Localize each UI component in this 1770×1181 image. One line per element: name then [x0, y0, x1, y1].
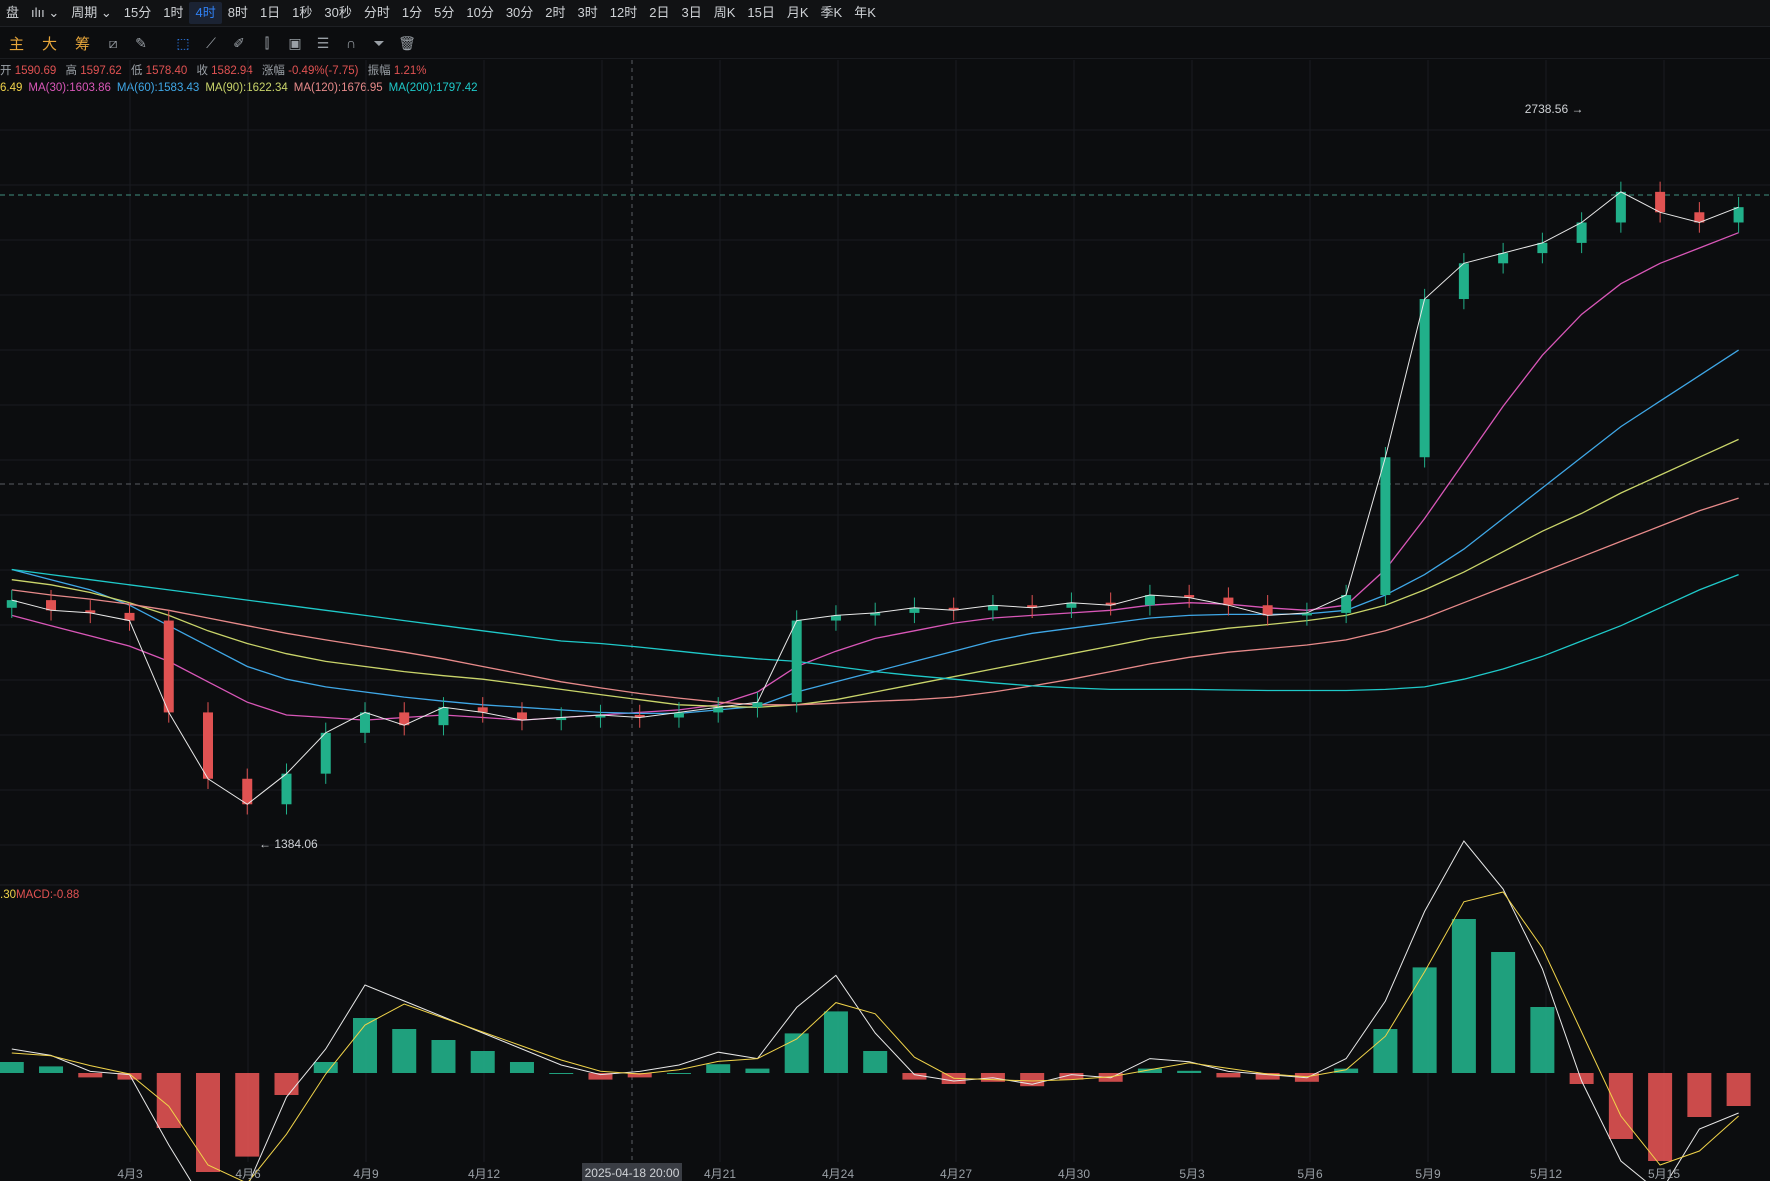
- x-tick-label: 4月21: [704, 1167, 736, 1181]
- candle-body: [1733, 207, 1744, 223]
- candle-body: [1615, 191, 1626, 223]
- macd-bar: [39, 1066, 64, 1073]
- macd-bar: [1451, 919, 1476, 1073]
- candle-body: [438, 707, 449, 726]
- macd-bar: [1491, 952, 1516, 1073]
- x-tick-label: 4月24: [822, 1167, 854, 1181]
- candle-body: [1576, 222, 1587, 243]
- candle-body: [1537, 242, 1548, 254]
- x-tick-label: 5月6: [1297, 1167, 1323, 1181]
- x-tick-label: 5月9: [1415, 1167, 1441, 1181]
- ma-line: [11, 438, 1739, 708]
- macd-bar: [1648, 1073, 1673, 1161]
- candle-body: [1262, 605, 1273, 616]
- macd-bar: [1530, 1007, 1555, 1073]
- x-tick-label: 4月9: [353, 1167, 379, 1181]
- macd-bar: [78, 1073, 103, 1078]
- x-tick-label: 4月30: [1058, 1167, 1090, 1181]
- crosshair-time: 2025-04-18 20:00: [585, 1166, 680, 1180]
- candle-body: [1498, 253, 1509, 264]
- candle-body: [1419, 299, 1430, 458]
- candle-body: [320, 732, 331, 774]
- candle-body: [1655, 191, 1666, 213]
- macd-bar: [392, 1029, 417, 1073]
- x-tick-label: 5月15: [1648, 1167, 1680, 1181]
- macd-bar: [156, 1073, 181, 1128]
- candle-body: [163, 620, 174, 713]
- x-tick-label: 4月12: [468, 1167, 500, 1181]
- ma-line: [11, 232, 1739, 721]
- high-marker: 2738.56 →: [1525, 102, 1584, 116]
- macd-bar: [470, 1051, 495, 1073]
- macd-dea-line: [11, 891, 1739, 1181]
- low-marker: ← 1384.06: [259, 837, 318, 851]
- candle-body: [46, 600, 57, 611]
- x-tick-label: 5月3: [1179, 1167, 1205, 1181]
- x-tick-label: 4月3: [117, 1167, 143, 1181]
- price-line: [11, 191, 1739, 805]
- macd-bar: [1687, 1073, 1712, 1117]
- macd-bar: [823, 1011, 848, 1073]
- macd-bar: [352, 1018, 377, 1073]
- macd-bar: [509, 1062, 534, 1073]
- macd-bar: [1608, 1073, 1633, 1139]
- macd-bar: [0, 1062, 24, 1073]
- candle-body: [791, 620, 802, 703]
- candle-body: [124, 612, 135, 621]
- candle-body: [1380, 457, 1391, 596]
- macd-bar: [666, 1073, 691, 1074]
- candle-body: [1458, 263, 1469, 300]
- candle-body: [1144, 595, 1155, 606]
- x-tick-label: 4月6: [235, 1167, 261, 1181]
- price-chart[interactable]: 2738.56 →← 1384.064月34月64月94月124月154月214…: [0, 0, 1770, 1181]
- candle-body: [281, 773, 292, 805]
- macd-bar: [1726, 1073, 1751, 1106]
- macd-bar: [706, 1064, 731, 1073]
- macd-bar: [549, 1073, 574, 1074]
- candle-body: [359, 712, 370, 733]
- macd-bar: [1177, 1070, 1202, 1073]
- macd-bar: [1412, 967, 1437, 1073]
- candle-body: [242, 778, 253, 805]
- macd-bar: [863, 1051, 888, 1073]
- macd-bar: [274, 1073, 299, 1095]
- macd-bar: [1216, 1073, 1241, 1078]
- candle-body: [1341, 595, 1352, 613]
- macd-bar: [1569, 1073, 1594, 1084]
- candle-body: [203, 712, 214, 779]
- macd-dif-line: [11, 840, 1739, 1181]
- macd-bar: [235, 1073, 260, 1157]
- x-tick-label: 5月12: [1530, 1167, 1562, 1181]
- macd-bar: [431, 1040, 456, 1073]
- macd-bar: [745, 1068, 770, 1073]
- x-tick-label: 4月27: [940, 1167, 972, 1181]
- macd-bar: [196, 1073, 221, 1172]
